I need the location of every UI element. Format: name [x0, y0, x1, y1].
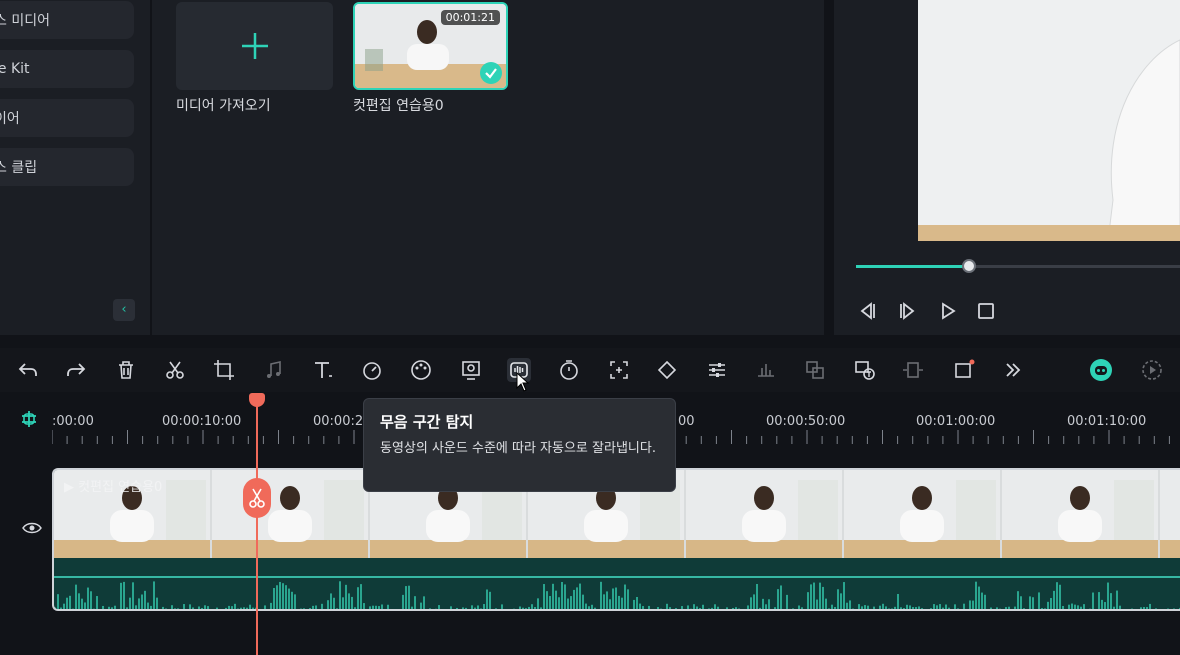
- timecode: 00:01:00:00: [916, 414, 996, 429]
- tooltip-body: 동영상의 사운드 수준에 따라 자동으로 잘라냅니다.: [380, 441, 656, 456]
- eye-icon[interactable]: [22, 520, 42, 536]
- timecode: 00:00:2: [313, 414, 364, 429]
- timecode: 00: [678, 414, 695, 429]
- tooltip-title: 무음 구간 탐지: [380, 413, 474, 431]
- track-clip-title: ▶ 컷편집 연습용0: [64, 480, 163, 495]
- render-icon[interactable]: [1140, 358, 1164, 382]
- speed-icon[interactable]: [360, 358, 384, 382]
- play-icon[interactable]: [937, 300, 959, 322]
- sidebar-item-label: 이어: [0, 111, 20, 127]
- audio-stretch-icon[interactable]: [754, 358, 778, 382]
- mask-icon[interactable]: [459, 358, 483, 382]
- track-clip-name: 컷편집 연습용0: [78, 480, 163, 495]
- sidebar-item-layer[interactable]: 이어: [0, 99, 134, 137]
- checkmark-icon: [480, 62, 502, 84]
- preview-scrubber-progress: [856, 265, 970, 268]
- clip-duration-badge: 00:01:21: [440, 10, 500, 25]
- sidebar-item-kit[interactable]: le Kit: [0, 50, 134, 88]
- crop-icon[interactable]: [212, 358, 236, 382]
- clip-name-label: 컷편집 연습용0: [353, 98, 444, 114]
- snap-icon[interactable]: [18, 408, 40, 430]
- keyframe-icon[interactable]: [655, 358, 679, 382]
- sidebar-item-label: 스 미디어: [0, 13, 50, 29]
- sidebar-item-label: 스 클립: [0, 160, 38, 176]
- more-icon[interactable]: [1001, 358, 1025, 382]
- import-media-label: 미디어 가져오기: [176, 98, 271, 114]
- timer-icon[interactable]: [557, 358, 581, 382]
- speech-to-text-icon[interactable]: [853, 358, 877, 382]
- next-frame-icon[interactable]: [897, 300, 919, 322]
- sidebar-item-clip[interactable]: 스 클립: [0, 148, 134, 186]
- adjust-icon[interactable]: [705, 358, 729, 382]
- freeze-icon[interactable]: [901, 358, 925, 382]
- timecode: :00:00: [52, 414, 94, 429]
- tooltip: 무음 구간 탐지 동영상의 사운드 수준에 따라 자동으로 잘라냅니다.: [363, 398, 676, 492]
- sidebar-item-label: le Kit: [0, 61, 30, 77]
- chevron-left-icon[interactable]: ‹: [113, 299, 135, 321]
- voice-icon[interactable]: [803, 358, 827, 382]
- auto-reframe-icon[interactable]: [607, 358, 631, 382]
- stop-icon[interactable]: [975, 300, 997, 322]
- audio-icon[interactable]: [262, 358, 286, 382]
- cut-icon[interactable]: [163, 358, 187, 382]
- preview-video-frame: [918, 0, 1180, 241]
- timecode: 00:00:50:00: [766, 414, 846, 429]
- playhead-line[interactable]: [256, 400, 258, 655]
- ai-icon[interactable]: [1089, 358, 1113, 382]
- text-icon[interactable]: [311, 358, 335, 382]
- redo-icon[interactable]: [64, 358, 88, 382]
- timecode: 00:00:10:00: [162, 414, 242, 429]
- audio-waveform: [54, 581, 1180, 609]
- undo-icon[interactable]: [16, 358, 40, 382]
- timecode: 00:01:10:00: [1067, 414, 1147, 429]
- sidebar-item-project-media[interactable]: 스 미디어: [0, 1, 134, 39]
- more-frame-icon[interactable]: [952, 358, 976, 382]
- scissors-icon[interactable]: [243, 478, 271, 518]
- previous-frame-icon[interactable]: [856, 300, 878, 322]
- media-clip-thumbnail[interactable]: 00:01:21: [353, 2, 508, 90]
- delete-icon[interactable]: [114, 358, 138, 382]
- plus-icon: [176, 2, 333, 90]
- mouse-cursor-icon: [516, 371, 530, 392]
- import-media-button[interactable]: [176, 2, 333, 90]
- color-icon[interactable]: [409, 358, 433, 382]
